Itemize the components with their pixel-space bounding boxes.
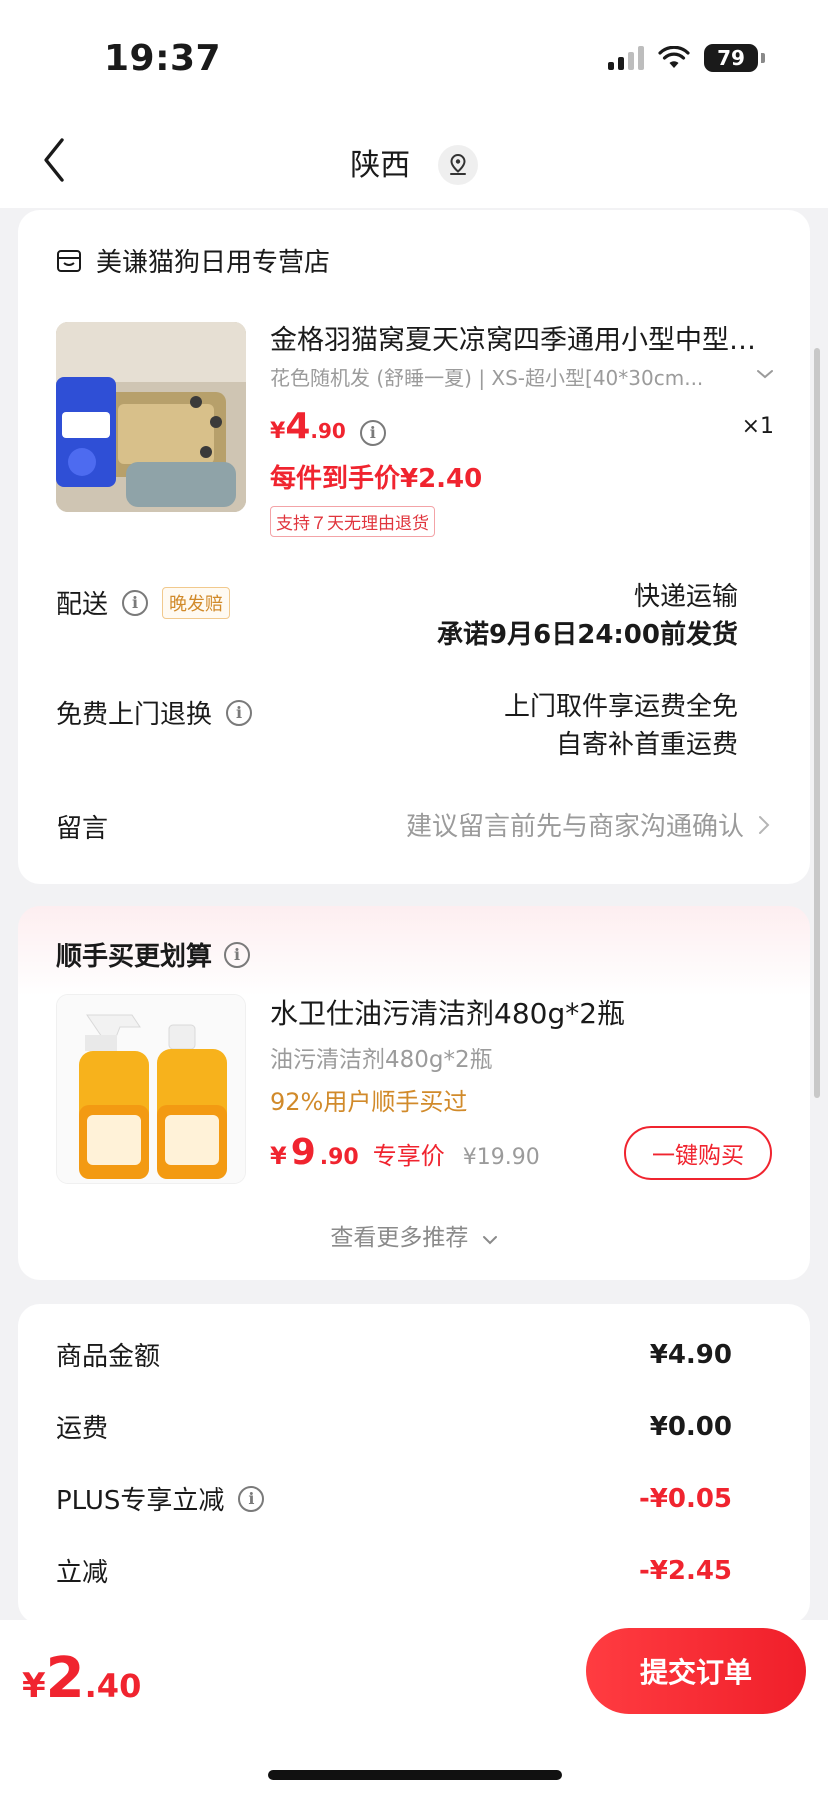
addon-info-icon[interactable]: i [224,941,251,968]
location-label: 陕西 [350,148,411,183]
shop-header[interactable]: 美谦猫狗日用专营店 [56,242,330,279]
return-policy-badge: 支持７天无理由退货 [270,506,435,537]
free-return-line2: 自寄补首重运费 [555,730,738,760]
summary-row-goods: 商品金额 ¥4.90 [56,1339,732,1373]
scrollbar[interactable] [814,348,820,1098]
delivery-info-icon[interactable]: i [122,589,149,616]
total-price: ¥ 2 .40 [22,1646,142,1711]
top-bar: 19:37 79 陕西 [0,0,828,208]
summary-row-discount: 立减 -¥2.45 [56,1555,732,1589]
exclusive-price-label: 专享价 [372,1142,445,1170]
memo-input[interactable]: 建议留言前先与商家沟通确认 [406,806,770,843]
delivery-label: 配送 [56,590,109,620]
chevron-down-icon [482,1236,497,1245]
see-more-recommendations[interactable]: 查看更多推荐 [18,1218,810,1252]
addon-buyers-stat: 92%用户顺手买过 [270,1088,468,1116]
original-price: ¥19.90 [462,1145,540,1170]
product-title[interactable]: 金格羽猫窝夏天凉窝四季通用小型中型… [270,318,780,357]
delivery-details[interactable]: 快递运输 承诺9月6日24:00前发货 [437,578,738,654]
submit-order-button[interactable]: 提交订单 [586,1628,806,1714]
memo-label: 留言 [56,814,109,844]
status-icons: 79 [608,44,765,72]
free-return-info-icon[interactable]: i [226,699,253,726]
addon-card: 顺手买更划算 i 水卫仕油污清洁剂480g*2瓶 油污清洁剂480g*2瓶 92… [18,906,810,1280]
status-time: 19:37 [104,38,222,79]
one-click-buy-button[interactable]: 一键购买 [624,1126,772,1180]
plus-info-icon[interactable]: i [238,1485,265,1512]
store-icon [57,249,81,272]
free-return-label-row: 免费上门退换 i [56,694,253,731]
cellular-signal-icon [608,46,644,70]
free-return-line1: 上门取件享运费全免 [503,692,738,722]
product-spec[interactable]: 花色随机发 (舒睡一夏) | XS-超小型[40*30cm... [270,362,720,391]
summary-row-plus-discount: PLUS专享立减 i -¥0.05 [56,1483,732,1517]
delivery-label-row: 配送 i 晚发赔 [56,584,231,621]
price-info-icon[interactable]: i [359,420,386,446]
chevron-down-icon[interactable] [756,368,774,380]
location-selector[interactable]: 陕西 [0,140,828,187]
summary-row-shipping: 运费 ¥0.00 [56,1411,732,1445]
home-indicator [268,1770,562,1780]
addon-title: 顺手买更划算 [56,942,213,972]
delivery-method: 快递运输 [633,582,738,612]
addon-title-row: 顺手买更划算 i [56,936,251,973]
chevron-right-icon [759,815,770,834]
addon-product-spec: 油污清洁剂480g*2瓶 [270,1047,493,1073]
delivery-promise: 承诺9月6日24:00前发货 [437,620,738,650]
quantity: ×1 [741,414,774,439]
free-return-details: 上门取件享运费全免 自寄补首重运费 [504,688,738,764]
addon-product-image[interactable] [56,994,246,1184]
location-pin-icon[interactable] [437,144,478,185]
product-image[interactable] [56,322,246,512]
free-return-label: 免费上门退换 [56,700,213,730]
addon-price: ¥ 9 .90 专享价 ¥19.90 [270,1132,540,1173]
late-compensation-badge: 晚发赔 [162,586,231,619]
battery-icon: 79 [704,44,765,72]
order-card: 美谦猫狗日用专营店 金格羽猫窝夏天凉窝四季通用小型中型… 花色随机发 (舒睡一夏… [18,210,810,884]
price-summary-card: 商品金额 ¥4.90 运费 ¥0.00 PLUS专享立减 i -¥0.05 立减… [18,1304,810,1624]
checkout-bar: ¥ 2 .40 提交订单 [0,1620,828,1796]
memo-placeholder: 建议留言前先与商家沟通确认 [405,812,744,842]
product-price: ¥ 4 .90 i [270,406,386,447]
addon-product-title[interactable]: 水卫仕油污清洁剂480g*2瓶 [270,992,625,1032]
unit-final-price: 每件到手价¥2.40 [270,464,483,494]
wifi-icon [658,46,690,68]
shop-name: 美谦猫狗日用专营店 [96,248,331,278]
